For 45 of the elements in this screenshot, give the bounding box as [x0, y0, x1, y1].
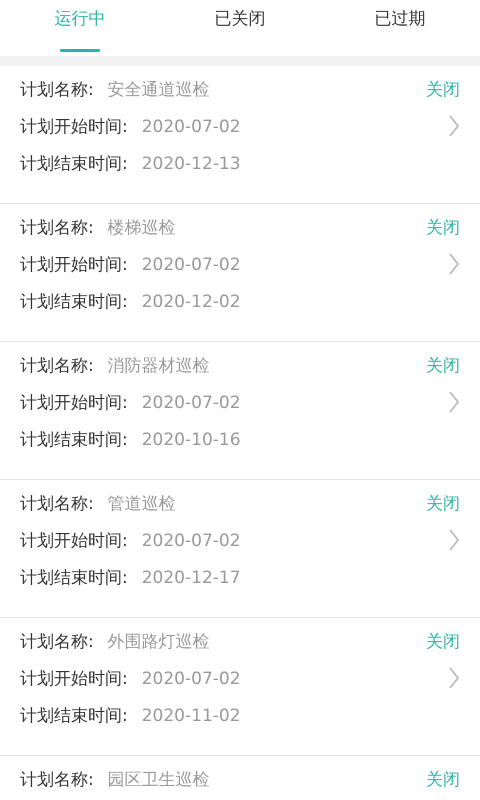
end-date: 2020-12-02	[142, 292, 241, 312]
tab[interactable]: 已关闭	[160, 0, 320, 56]
field-label: 计划结束时间:	[20, 291, 128, 313]
field-label: 计划开始时间:	[20, 530, 128, 552]
start-date: 2020-07-02	[142, 530, 241, 550]
field-label: 计划开始时间:	[20, 392, 128, 414]
plan-name: 园区卫生巡检	[108, 769, 210, 791]
plan-card[interactable]: 计划名称: 楼梯巡检 计划开始时间: 2020-07-02 计划结束时间: 2020-12-02 关闭	[0, 204, 480, 342]
field-label: 计划名称:	[20, 79, 94, 101]
field-label: 计划结束时间:	[20, 429, 128, 451]
tab[interactable]: 已过期	[320, 0, 480, 56]
plan-card[interactable]: 计划名称: 外围路灯巡检 计划开始时间: 2020-07-02 计划结束时间: 2020-11-02 关闭	[0, 618, 480, 756]
field-label: 计划开始时间:	[20, 116, 128, 138]
field-label: 计划开始时间:	[20, 668, 128, 690]
end-date: 2020-12-13	[142, 154, 241, 174]
plan-card[interactable]: 计划名称: 园区卫生巡检 关闭	[0, 756, 480, 800]
plan-name: 外围路灯巡检	[108, 631, 210, 653]
field-label: 计划开始时间:	[20, 254, 128, 276]
plan-name: 消防器材巡检	[108, 355, 210, 377]
chevron-right-icon	[448, 114, 460, 138]
end-date: 2020-10-16	[142, 430, 241, 450]
end-date: 2020-12-17	[142, 568, 241, 588]
plan-name: 管道巡检	[108, 493, 176, 515]
plan-name: 安全通道巡检	[108, 79, 210, 101]
plan-card[interactable]: 计划名称: 消防器材巡检 计划开始时间: 2020-07-02 计划结束时间: 2020-10-16 关闭	[0, 342, 480, 480]
start-date: 2020-07-02	[142, 116, 241, 136]
field-label: 计划结束时间:	[20, 153, 128, 175]
field-label: 计划名称:	[20, 217, 94, 239]
start-date: 2020-07-02	[142, 668, 241, 688]
chevron-right-icon	[448, 528, 460, 552]
field-label: 计划名称:	[20, 493, 94, 515]
field-label: 计划名称:	[20, 769, 94, 791]
field-label: 计划名称:	[20, 355, 94, 377]
plan-name: 楼梯巡检	[108, 217, 176, 239]
chevron-right-icon	[448, 390, 460, 414]
end-date: 2020-11-02	[142, 706, 241, 726]
chevron-right-icon	[448, 252, 460, 276]
chevron-right-icon	[448, 666, 460, 690]
plan-card[interactable]: 计划名称: 安全通道巡检 计划开始时间: 2020-07-02 计划结束时间: 2020-12-13 关闭	[0, 66, 480, 204]
plan-card[interactable]: 计划名称: 管道巡检 计划开始时间: 2020-07-02 计划结束时间: 2020-12-17 关闭	[0, 480, 480, 618]
start-date: 2020-07-02	[142, 392, 241, 412]
start-date: 2020-07-02	[142, 254, 241, 274]
field-label: 计划结束时间:	[20, 705, 128, 727]
field-label: 计划名称:	[20, 631, 94, 653]
field-label: 计划结束时间:	[20, 567, 128, 589]
